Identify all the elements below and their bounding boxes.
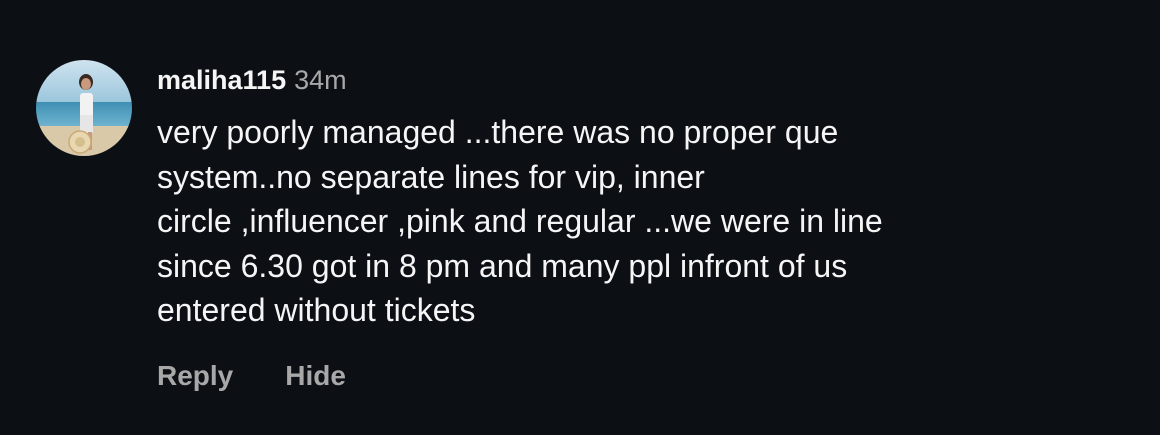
- hide-button[interactable]: Hide: [285, 360, 346, 392]
- reply-button[interactable]: Reply: [157, 360, 233, 392]
- comment-text: very poorly managed ...there was no prop…: [157, 110, 1097, 333]
- comment-timestamp: 34m: [294, 65, 347, 95]
- comment-item: maliha115 34m very poorly managed ...the…: [0, 0, 1160, 435]
- comment-text-line: circle ,influencer ,pink and regular ...…: [157, 203, 883, 239]
- comment-text-line: very poorly managed ...there was no prop…: [157, 114, 839, 150]
- comment-text-line: since 6.30 got in 8 pm and many ppl infr…: [157, 247, 848, 284]
- comment-content: maliha115 34m very poorly managed ...the…: [157, 60, 1137, 333]
- comment-actions: Reply Hide: [157, 360, 346, 392]
- avatar[interactable]: [36, 60, 132, 156]
- comment-text-line: entered without tickets: [157, 292, 476, 328]
- comment-meta: maliha115 34m: [157, 60, 1137, 100]
- comment-text-line: system..no separate lines for vip, inner: [157, 158, 705, 195]
- username-link[interactable]: maliha115: [157, 60, 286, 100]
- avatar-photo-icon: [36, 60, 132, 156]
